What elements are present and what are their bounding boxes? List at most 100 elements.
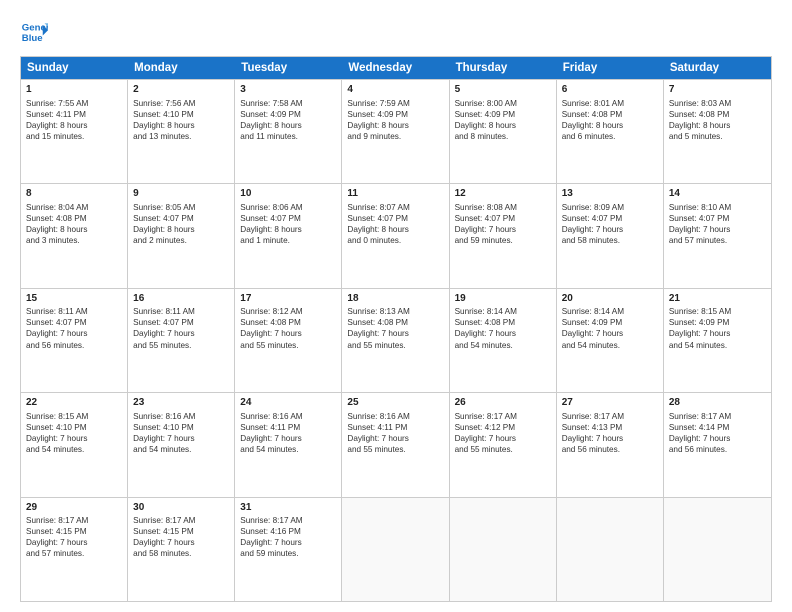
cell-line-3: and 57 minutes. xyxy=(669,235,766,246)
empty-cell xyxy=(450,498,557,601)
empty-cell xyxy=(557,498,664,601)
cell-line-3: and 0 minutes. xyxy=(347,235,443,246)
cell-line-1: Sunset: 4:08 PM xyxy=(669,109,766,120)
cell-line-1: Sunset: 4:14 PM xyxy=(669,422,766,433)
day-number: 11 xyxy=(347,187,443,201)
cell-line-0: Sunrise: 7:58 AM xyxy=(240,98,336,109)
cell-line-1: Sunset: 4:07 PM xyxy=(562,213,658,224)
day-number: 29 xyxy=(26,501,122,515)
cell-line-0: Sunrise: 8:16 AM xyxy=(133,411,229,422)
day-number: 26 xyxy=(455,396,551,410)
logo: General Blue xyxy=(20,18,52,46)
cell-line-0: Sunrise: 8:17 AM xyxy=(26,515,122,526)
day-number: 3 xyxy=(240,83,336,97)
cell-line-2: Daylight: 7 hours xyxy=(562,433,658,444)
weekday-header-saturday: Saturday xyxy=(664,57,771,79)
cell-line-0: Sunrise: 8:07 AM xyxy=(347,202,443,213)
cell-line-3: and 5 minutes. xyxy=(669,131,766,142)
cell-line-0: Sunrise: 8:06 AM xyxy=(240,202,336,213)
cell-line-0: Sunrise: 8:09 AM xyxy=(562,202,658,213)
cell-line-0: Sunrise: 8:17 AM xyxy=(133,515,229,526)
cell-line-2: Daylight: 7 hours xyxy=(26,433,122,444)
cell-line-1: Sunset: 4:08 PM xyxy=(347,317,443,328)
day-cell-6: 6Sunrise: 8:01 AMSunset: 4:08 PMDaylight… xyxy=(557,80,664,183)
cell-line-2: Daylight: 7 hours xyxy=(562,224,658,235)
day-number: 17 xyxy=(240,292,336,306)
day-number: 1 xyxy=(26,83,122,97)
day-cell-24: 24Sunrise: 8:16 AMSunset: 4:11 PMDayligh… xyxy=(235,393,342,496)
cell-line-0: Sunrise: 7:59 AM xyxy=(347,98,443,109)
day-cell-22: 22Sunrise: 8:15 AMSunset: 4:10 PMDayligh… xyxy=(21,393,128,496)
day-number: 6 xyxy=(562,83,658,97)
cell-line-0: Sunrise: 8:00 AM xyxy=(455,98,551,109)
day-cell-9: 9Sunrise: 8:05 AMSunset: 4:07 PMDaylight… xyxy=(128,184,235,287)
cell-line-1: Sunset: 4:15 PM xyxy=(26,526,122,537)
day-number: 2 xyxy=(133,83,229,97)
calendar-header: SundayMondayTuesdayWednesdayThursdayFrid… xyxy=(21,57,771,79)
cell-line-3: and 58 minutes. xyxy=(133,548,229,559)
header: General Blue xyxy=(20,18,772,46)
cell-line-1: Sunset: 4:08 PM xyxy=(240,317,336,328)
cell-line-1: Sunset: 4:09 PM xyxy=(562,317,658,328)
cell-line-2: Daylight: 8 hours xyxy=(562,120,658,131)
day-number: 4 xyxy=(347,83,443,97)
cell-line-0: Sunrise: 8:17 AM xyxy=(240,515,336,526)
cell-line-1: Sunset: 4:12 PM xyxy=(455,422,551,433)
cell-line-0: Sunrise: 8:11 AM xyxy=(133,306,229,317)
cell-line-0: Sunrise: 8:10 AM xyxy=(669,202,766,213)
page: General Blue SundayMondayTuesdayWednesda… xyxy=(0,0,792,612)
cell-line-2: Daylight: 7 hours xyxy=(26,328,122,339)
cell-line-2: Daylight: 7 hours xyxy=(133,433,229,444)
cell-line-1: Sunset: 4:07 PM xyxy=(455,213,551,224)
cell-line-2: Daylight: 8 hours xyxy=(347,120,443,131)
empty-cell xyxy=(342,498,449,601)
day-cell-7: 7Sunrise: 8:03 AMSunset: 4:08 PMDaylight… xyxy=(664,80,771,183)
cell-line-2: Daylight: 8 hours xyxy=(669,120,766,131)
cell-line-3: and 3 minutes. xyxy=(26,235,122,246)
calendar: SundayMondayTuesdayWednesdayThursdayFrid… xyxy=(20,56,772,602)
cell-line-0: Sunrise: 8:03 AM xyxy=(669,98,766,109)
day-cell-5: 5Sunrise: 8:00 AMSunset: 4:09 PMDaylight… xyxy=(450,80,557,183)
cell-line-3: and 56 minutes. xyxy=(26,340,122,351)
day-number: 13 xyxy=(562,187,658,201)
day-number: 5 xyxy=(455,83,551,97)
cell-line-0: Sunrise: 8:15 AM xyxy=(669,306,766,317)
day-number: 16 xyxy=(133,292,229,306)
cell-line-3: and 55 minutes. xyxy=(347,340,443,351)
cell-line-3: and 54 minutes. xyxy=(133,444,229,455)
cell-line-1: Sunset: 4:09 PM xyxy=(669,317,766,328)
cell-line-2: Daylight: 7 hours xyxy=(455,224,551,235)
cell-line-1: Sunset: 4:07 PM xyxy=(240,213,336,224)
cell-line-3: and 59 minutes. xyxy=(455,235,551,246)
day-number: 12 xyxy=(455,187,551,201)
day-number: 22 xyxy=(26,396,122,410)
cell-line-3: and 1 minute. xyxy=(240,235,336,246)
cell-line-0: Sunrise: 8:04 AM xyxy=(26,202,122,213)
day-number: 7 xyxy=(669,83,766,97)
empty-cell xyxy=(664,498,771,601)
cell-line-1: Sunset: 4:08 PM xyxy=(455,317,551,328)
day-cell-23: 23Sunrise: 8:16 AMSunset: 4:10 PMDayligh… xyxy=(128,393,235,496)
cell-line-1: Sunset: 4:11 PM xyxy=(26,109,122,120)
day-number: 20 xyxy=(562,292,658,306)
cell-line-0: Sunrise: 8:12 AM xyxy=(240,306,336,317)
day-number: 14 xyxy=(669,187,766,201)
cell-line-2: Daylight: 8 hours xyxy=(240,224,336,235)
day-cell-15: 15Sunrise: 8:11 AMSunset: 4:07 PMDayligh… xyxy=(21,289,128,392)
calendar-row-2: 8Sunrise: 8:04 AMSunset: 4:08 PMDaylight… xyxy=(21,183,771,287)
cell-line-3: and 54 minutes. xyxy=(455,340,551,351)
day-cell-1: 1Sunrise: 7:55 AMSunset: 4:11 PMDaylight… xyxy=(21,80,128,183)
cell-line-0: Sunrise: 8:05 AM xyxy=(133,202,229,213)
cell-line-3: and 54 minutes. xyxy=(240,444,336,455)
cell-line-3: and 2 minutes. xyxy=(133,235,229,246)
cell-line-0: Sunrise: 8:14 AM xyxy=(562,306,658,317)
day-number: 10 xyxy=(240,187,336,201)
cell-line-2: Daylight: 7 hours xyxy=(455,328,551,339)
cell-line-1: Sunset: 4:07 PM xyxy=(347,213,443,224)
logo-icon: General Blue xyxy=(20,18,48,46)
weekday-header-monday: Monday xyxy=(128,57,235,79)
calendar-row-5: 29Sunrise: 8:17 AMSunset: 4:15 PMDayligh… xyxy=(21,497,771,601)
day-cell-26: 26Sunrise: 8:17 AMSunset: 4:12 PMDayligh… xyxy=(450,393,557,496)
weekday-header-friday: Friday xyxy=(557,57,664,79)
day-number: 31 xyxy=(240,501,336,515)
